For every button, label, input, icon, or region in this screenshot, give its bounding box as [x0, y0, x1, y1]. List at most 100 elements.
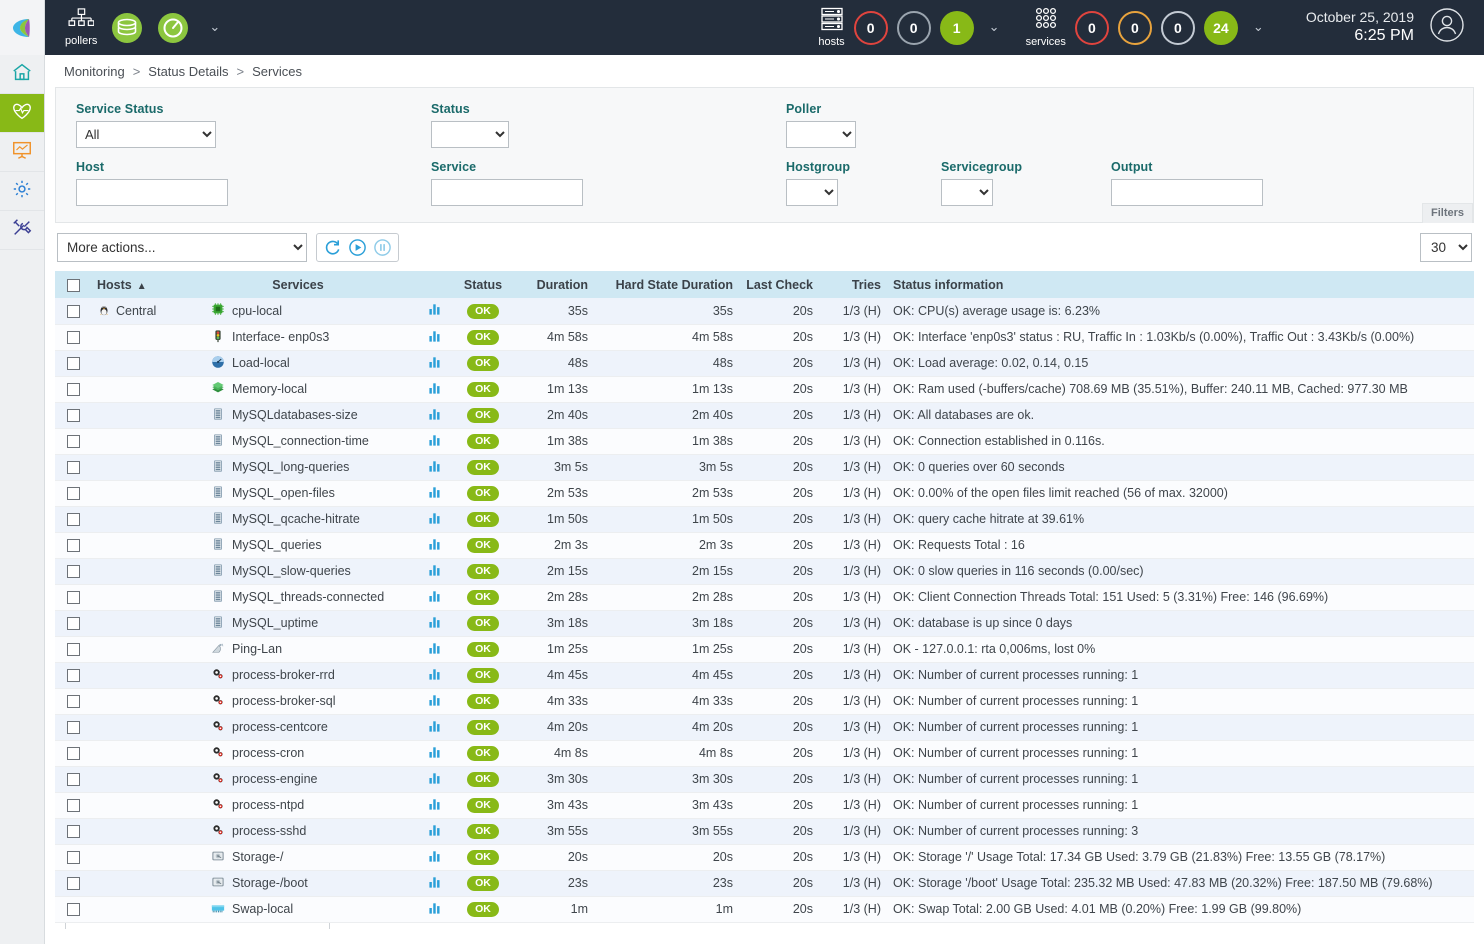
- status-badge[interactable]: OK: [467, 356, 499, 372]
- status-select[interactable]: [431, 121, 509, 148]
- service-name[interactable]: cpu-local: [232, 304, 282, 318]
- service-name[interactable]: MySQL_slow-queries: [232, 564, 351, 578]
- status-badge[interactable]: OK: [467, 746, 499, 762]
- row-checkbox[interactable]: [67, 773, 80, 786]
- hostgroup-select[interactable]: [786, 179, 838, 206]
- user-avatar[interactable]: [1428, 6, 1466, 49]
- services-chevron-down-icon[interactable]: ⌄: [1253, 20, 1264, 35]
- column-header-hard-state-duration[interactable]: Hard State Duration: [594, 271, 739, 298]
- service-name[interactable]: process-ntpd: [232, 798, 304, 812]
- row-checkbox[interactable]: [67, 695, 80, 708]
- sidebar-item-home[interactable]: [0, 55, 44, 94]
- services-icon-block[interactable]: services: [1026, 7, 1066, 48]
- poller-select[interactable]: [786, 121, 856, 148]
- sidebar-item-monitoring[interactable]: [0, 94, 44, 133]
- row-checkbox[interactable]: [67, 643, 80, 656]
- bar-chart-icon[interactable]: [428, 774, 443, 788]
- bar-chart-icon[interactable]: [428, 358, 443, 372]
- bar-chart-icon[interactable]: [428, 670, 443, 684]
- row-checkbox[interactable]: [67, 487, 80, 500]
- table-row[interactable]: MySQLdatabases-sizeOK2m 40s2m 40s20s1/3 …: [55, 402, 1474, 428]
- column-header-services[interactable]: Services: [183, 271, 413, 298]
- table-row[interactable]: process-broker-sqlOK4m 33s4m 33s20s1/3 (…: [55, 688, 1474, 714]
- status-badge[interactable]: OK: [467, 720, 499, 736]
- row-checkbox[interactable]: [67, 331, 80, 344]
- status-badge[interactable]: OK: [467, 434, 499, 450]
- status-badge[interactable]: OK: [467, 642, 499, 658]
- status-badge[interactable]: OK: [467, 304, 499, 320]
- table-row[interactable]: Ping-LanOK1m 25s1m 25s20s1/3 (H)OK - 127…: [55, 636, 1474, 662]
- row-checkbox[interactable]: [67, 825, 80, 838]
- bar-chart-icon[interactable]: [428, 800, 443, 814]
- hosts-icon-block[interactable]: hosts: [818, 7, 844, 48]
- table-row[interactable]: MySQL_threads-connectedOK2m 28s2m 28s20s…: [55, 584, 1474, 610]
- service-name[interactable]: Ping-Lan: [232, 642, 282, 656]
- bar-chart-icon[interactable]: [428, 384, 443, 398]
- hosts-unreachable-count[interactable]: 0: [897, 11, 931, 45]
- bar-chart-icon[interactable]: [428, 488, 443, 502]
- service-name[interactable]: MySQL_qcache-hitrate: [232, 512, 360, 526]
- row-checkbox[interactable]: [67, 461, 80, 474]
- table-row[interactable]: MySQL_open-filesOK2m 53s2m 53s20s1/3 (H)…: [55, 480, 1474, 506]
- breadcrumb-item-monitoring[interactable]: Monitoring: [64, 64, 125, 79]
- bar-chart-icon[interactable]: [428, 618, 443, 632]
- service-name[interactable]: process-engine: [232, 772, 317, 786]
- service-name[interactable]: process-cron: [232, 746, 304, 760]
- table-row[interactable]: Storage-/OK20s20s20s1/3 (H)OK: Storage '…: [55, 844, 1474, 870]
- row-checkbox[interactable]: [67, 591, 80, 604]
- bar-chart-icon[interactable]: [428, 644, 443, 658]
- bar-chart-icon[interactable]: [428, 722, 443, 736]
- row-checkbox[interactable]: [67, 851, 80, 864]
- centreon-logo[interactable]: [0, 0, 44, 55]
- hosts-chevron-down-icon[interactable]: ⌄: [989, 20, 1000, 35]
- status-badge[interactable]: OK: [467, 512, 499, 528]
- table-row[interactable]: Centralcpu-localOK35s35s20s1/3 (H)OK: CP…: [55, 298, 1474, 324]
- table-row[interactable]: MySQL_long-queriesOK3m 5s3m 5s20s1/3 (H)…: [55, 454, 1474, 480]
- service-name[interactable]: Swap-local: [232, 902, 293, 916]
- table-row[interactable]: Interface- enp0s3OK4m 58s4m 58s20s1/3 (H…: [55, 324, 1474, 350]
- service-name[interactable]: process-broker-sql: [232, 694, 336, 708]
- bar-chart-icon[interactable]: [428, 514, 443, 528]
- table-row[interactable]: process-centcoreOK4m 20s4m 20s20s1/3 (H)…: [55, 714, 1474, 740]
- column-header-last-check[interactable]: Last Check: [739, 271, 819, 298]
- table-row[interactable]: MySQL_qcache-hitrateOK1m 50s1m 50s20s1/3…: [55, 506, 1474, 532]
- service-name[interactable]: Load-local: [232, 356, 290, 370]
- row-checkbox[interactable]: [67, 877, 80, 890]
- status-badge[interactable]: OK: [467, 772, 499, 788]
- row-checkbox[interactable]: [67, 539, 80, 552]
- service-input[interactable]: [431, 179, 583, 206]
- status-badge[interactable]: OK: [467, 486, 499, 502]
- service-name[interactable]: MySQLdatabases-size: [232, 408, 358, 422]
- status-badge[interactable]: OK: [467, 616, 499, 632]
- bar-chart-icon[interactable]: [428, 592, 443, 606]
- poller-menu-chevron-down-icon[interactable]: ⌄: [209, 20, 220, 35]
- status-badge[interactable]: OK: [467, 694, 499, 710]
- bar-chart-icon[interactable]: [428, 305, 443, 319]
- page-size-select[interactable]: 30: [1420, 233, 1472, 262]
- row-checkbox[interactable]: [67, 409, 80, 422]
- table-row[interactable]: process-sshdOK3m 55s3m 55s20s1/3 (H)OK: …: [55, 818, 1474, 844]
- service-name[interactable]: MySQL_threads-connected: [232, 590, 384, 604]
- table-row[interactable]: MySQL_uptimeOK3m 18s3m 18s20s1/3 (H)OK: …: [55, 610, 1474, 636]
- table-row[interactable]: Memory-localOK1m 13s1m 13s20s1/3 (H)OK: …: [55, 376, 1474, 402]
- service-name[interactable]: MySQL_connection-time: [232, 434, 369, 448]
- status-badge[interactable]: OK: [467, 330, 499, 346]
- row-checkbox[interactable]: [67, 799, 80, 812]
- status-badge[interactable]: OK: [467, 850, 499, 866]
- row-checkbox[interactable]: [67, 669, 80, 682]
- bar-chart-icon[interactable]: [428, 540, 443, 554]
- row-checkbox[interactable]: [67, 565, 80, 578]
- table-row[interactable]: MySQL_connection-timeOK1m 38s1m 38s20s1/…: [55, 428, 1474, 454]
- service-name[interactable]: process-sshd: [232, 824, 306, 838]
- row-checkbox[interactable]: [67, 513, 80, 526]
- bar-chart-icon[interactable]: [428, 332, 443, 346]
- sidebar-item-configuration[interactable]: [0, 172, 44, 211]
- service-name[interactable]: Memory-local: [232, 382, 307, 396]
- breadcrumb-item-services[interactable]: Services: [252, 64, 302, 79]
- service-name[interactable]: process-centcore: [232, 720, 328, 734]
- bar-chart-icon[interactable]: [428, 748, 443, 762]
- play-icon[interactable]: [346, 236, 369, 259]
- refresh-icon[interactable]: [321, 236, 344, 259]
- servicegroup-select[interactable]: [941, 179, 993, 206]
- row-checkbox[interactable]: [67, 617, 80, 630]
